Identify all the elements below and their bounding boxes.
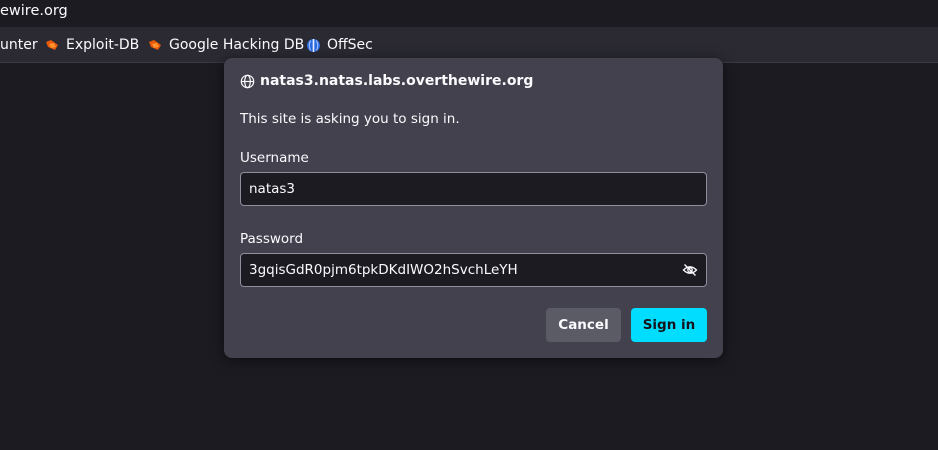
username-value: natas3 — [249, 181, 296, 197]
bookmark-label: Google Hacking DB — [169, 37, 305, 53]
cancel-button[interactable]: Cancel — [546, 308, 621, 342]
password-value: 3gqisGdR0pjm6tpkDKdIWO2hSvchLeYH — [249, 262, 518, 278]
bookmark-item-exploit-db[interactable]: Exploit-DB — [45, 27, 139, 63]
offsec-icon — [307, 38, 320, 52]
url-text[interactable]: ewire.org — [0, 3, 68, 19]
eye-slash-icon[interactable] — [682, 262, 698, 278]
bookmark-item-hunter[interactable]: unter — [0, 27, 38, 63]
username-field[interactable]: natas3 — [240, 172, 707, 206]
password-field[interactable]: 3gqisGdR0pjm6tpkDKdIWO2hSvchLeYH — [240, 253, 707, 287]
http-auth-dialog: natas3.natas.labs.overthewire.org This s… — [224, 58, 723, 358]
sign-in-button[interactable]: Sign in — [631, 308, 707, 342]
bookmark-label: unter — [0, 37, 38, 53]
dialog-message: This site is asking you to sign in. — [240, 111, 460, 127]
globe-icon — [240, 74, 255, 88]
url-bar[interactable]: ewire.org — [0, 0, 938, 27]
exploit-db-icon — [46, 40, 58, 50]
exploit-db-icon — [149, 40, 161, 50]
bookmark-label: OffSec — [327, 37, 373, 53]
bookmark-label: Exploit-DB — [66, 37, 140, 53]
username-label: Username — [240, 150, 309, 166]
dialog-header: natas3.natas.labs.overthewire.org — [240, 73, 533, 89]
password-label: Password — [240, 231, 304, 247]
dialog-host: natas3.natas.labs.overthewire.org — [260, 73, 534, 89]
